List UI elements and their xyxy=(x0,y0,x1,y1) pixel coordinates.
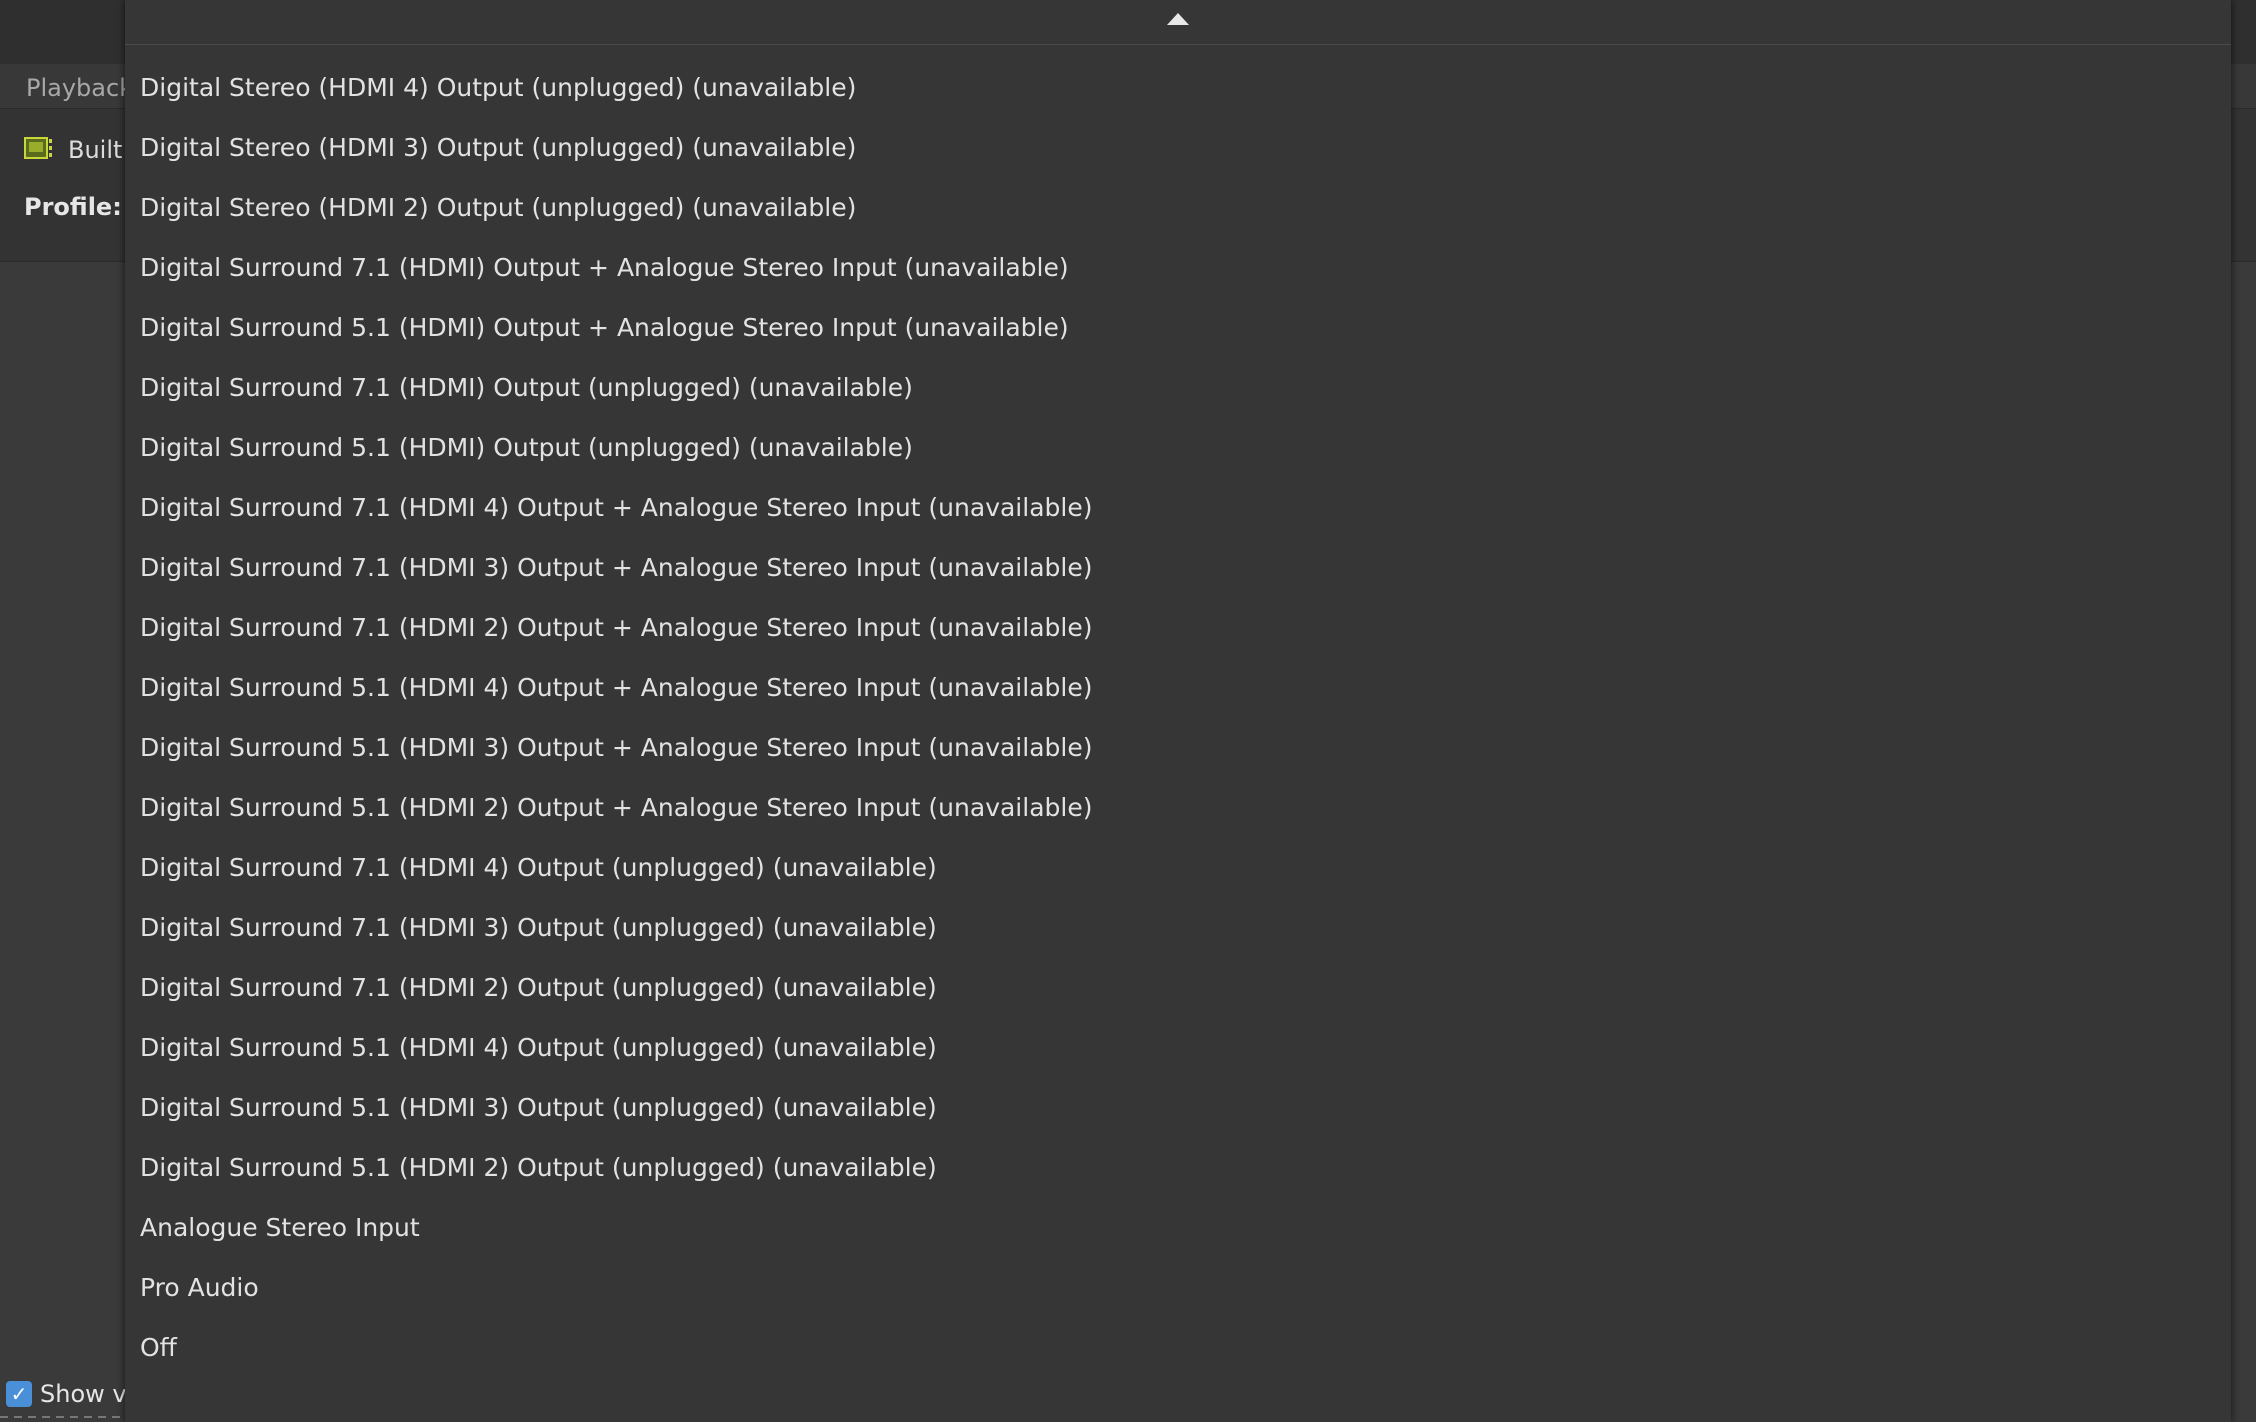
menu-item[interactable]: Digital Surround 7.1 (HDMI 2) Output + A… xyxy=(125,598,2231,658)
menu-item[interactable]: Digital Surround 7.1 (HDMI 3) Output (un… xyxy=(125,898,2231,958)
show-checkbox[interactable]: ✓ xyxy=(6,1381,32,1407)
profile-dropdown-menu: Digital Stereo (HDMI 4) Output (unplugge… xyxy=(125,0,2231,1422)
menu-item[interactable]: Digital Surround 7.1 (HDMI 4) Output (un… xyxy=(125,838,2231,898)
menu-item[interactable]: Digital Surround 7.1 (HDMI) Output + Ana… xyxy=(125,238,2231,298)
menu-item[interactable]: Analogue Stereo Input xyxy=(125,1198,2231,1258)
menu-item[interactable]: Digital Surround 5.1 (HDMI 3) Output (un… xyxy=(125,1078,2231,1138)
show-checkbox-label: Show v xyxy=(40,1380,127,1408)
menu-item[interactable]: Digital Surround 5.1 (HDMI) Output + Ana… xyxy=(125,298,2231,358)
card-name: Built xyxy=(68,136,123,164)
dashed-divider xyxy=(0,1416,125,1418)
menu-item[interactable]: Digital Surround 5.1 (HDMI) Output (unpl… xyxy=(125,418,2231,478)
profile-label: Profile: xyxy=(24,193,122,221)
menu-item[interactable]: Pro Audio xyxy=(125,1258,2231,1318)
menu-item[interactable]: Digital Surround 5.1 (HDMI 3) Output + A… xyxy=(125,718,2231,778)
menu-item[interactable]: Digital Surround 5.1 (HDMI 4) Output + A… xyxy=(125,658,2231,718)
scroll-up-arrow-icon xyxy=(1167,13,1189,25)
menu-item[interactable]: Digital Stereo (HDMI 3) Output (unplugge… xyxy=(125,118,2231,178)
menu-item[interactable]: Digital Surround 7.1 (HDMI 2) Output (un… xyxy=(125,958,2231,1018)
scroll-up-button[interactable] xyxy=(125,0,2231,45)
menu-item[interactable]: Digital Stereo (HDMI 4) Output (unplugge… xyxy=(125,58,2231,118)
profile-options-list: Digital Stereo (HDMI 4) Output (unplugge… xyxy=(125,58,2231,1378)
menu-item[interactable]: Digital Surround 7.1 (HDMI 4) Output + A… xyxy=(125,478,2231,538)
menu-item[interactable]: Digital Surround 7.1 (HDMI 3) Output + A… xyxy=(125,538,2231,598)
menu-item[interactable]: Off xyxy=(125,1318,2231,1378)
menu-item[interactable]: Digital Stereo (HDMI 2) Output (unplugge… xyxy=(125,178,2231,238)
menu-item[interactable]: Digital Surround 7.1 (HDMI) Output (unpl… xyxy=(125,358,2231,418)
menu-item[interactable]: Digital Surround 5.1 (HDMI 2) Output + A… xyxy=(125,778,2231,838)
sound-card-icon xyxy=(24,136,54,162)
menu-item[interactable]: Digital Surround 5.1 (HDMI 2) Output (un… xyxy=(125,1138,2231,1198)
tab-playback[interactable]: Playback xyxy=(26,74,133,102)
menu-item[interactable]: Digital Surround 5.1 (HDMI 4) Output (un… xyxy=(125,1018,2231,1078)
